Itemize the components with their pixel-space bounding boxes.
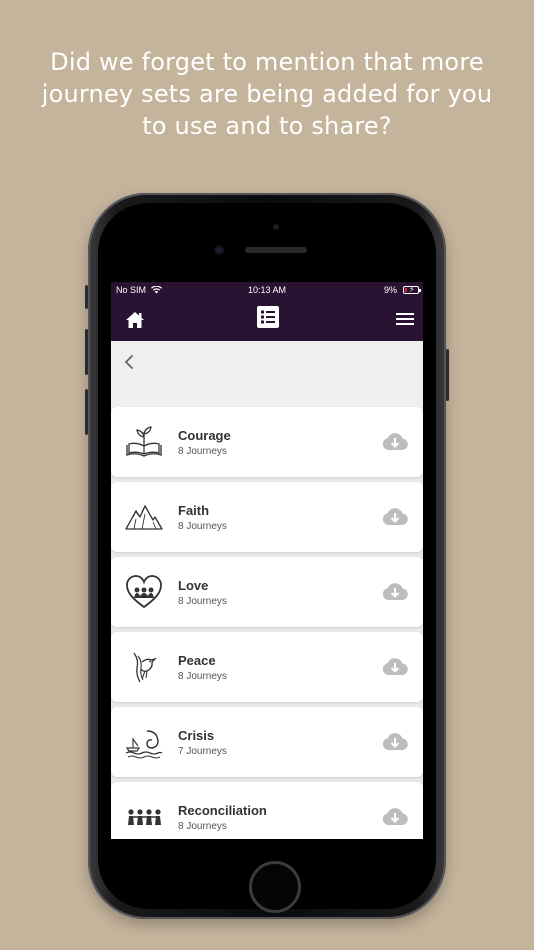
front-camera xyxy=(214,245,224,255)
list-icon[interactable] xyxy=(257,306,279,328)
list-item-count: 8 Journeys xyxy=(178,521,227,532)
heart-people-icon xyxy=(126,575,162,609)
list-item-title: Peace xyxy=(178,653,216,668)
open-book-sprout-icon xyxy=(126,426,162,457)
sub-header xyxy=(111,341,423,407)
status-time: 10:13 AM xyxy=(247,285,287,295)
list-item-count: 8 Journeys xyxy=(178,446,227,457)
battery-percent: 9% xyxy=(383,285,397,295)
people-holding-hands-icon xyxy=(128,809,161,825)
cloud-download-icon[interactable] xyxy=(381,806,409,828)
cloud-download-icon[interactable] xyxy=(381,506,409,528)
list-item-peace[interactable]: Peace 8 Journeys xyxy=(111,632,423,702)
status-bar: No SIM 10:13 AM 9% ⚡ xyxy=(111,282,423,299)
list-item-title: Faith xyxy=(178,503,210,518)
power-button xyxy=(446,349,449,401)
list-item-title: Crisis xyxy=(178,728,215,743)
home-icon[interactable] xyxy=(125,311,145,329)
cloud-download-icon[interactable] xyxy=(381,581,409,603)
list-item-faith[interactable]: Faith 8 Journeys xyxy=(111,482,423,552)
list-item-count: 7 Journeys xyxy=(178,746,227,757)
home-button[interactable] xyxy=(249,861,301,913)
earpiece-speaker xyxy=(245,247,307,253)
dove-icon xyxy=(133,652,158,683)
list-item-title: Courage xyxy=(178,428,231,443)
list-item-title: Reconciliation xyxy=(178,803,267,818)
chevron-left-icon[interactable] xyxy=(121,353,139,371)
cloud-download-icon[interactable] xyxy=(381,656,409,678)
volume-down-button xyxy=(85,389,88,435)
hamburger-menu-icon[interactable] xyxy=(396,312,414,326)
mute-switch xyxy=(85,285,88,309)
promo-headline: Did we forget to mention that more journ… xyxy=(41,48,493,140)
list-item-title: Love xyxy=(178,578,209,593)
list-item-reconciliation[interactable]: Reconciliation 8 Journeys xyxy=(111,782,423,839)
list-item-courage[interactable]: Courage 8 Journeys xyxy=(111,407,423,477)
mountains-icon xyxy=(125,504,163,530)
list-item-crisis[interactable]: Crisis 7 Journeys xyxy=(111,707,423,777)
list-item-count: 8 Journeys xyxy=(178,671,227,682)
proximity-sensor xyxy=(273,224,279,230)
battery-icon: ⚡ xyxy=(403,285,421,294)
cloud-download-icon[interactable] xyxy=(381,731,409,753)
cloud-download-icon[interactable] xyxy=(381,431,409,453)
volume-up-button xyxy=(85,329,88,375)
app-screen: No SIM 10:13 AM 9% ⚡ Courage 8 Journeys … xyxy=(111,282,423,839)
list-item-count: 8 Journeys xyxy=(178,596,227,607)
app-navbar xyxy=(111,299,423,341)
list-item-count: 8 Journeys xyxy=(178,821,227,832)
list-item-love[interactable]: Love 8 Journeys xyxy=(111,557,423,627)
boat-storm-icon xyxy=(125,730,163,759)
